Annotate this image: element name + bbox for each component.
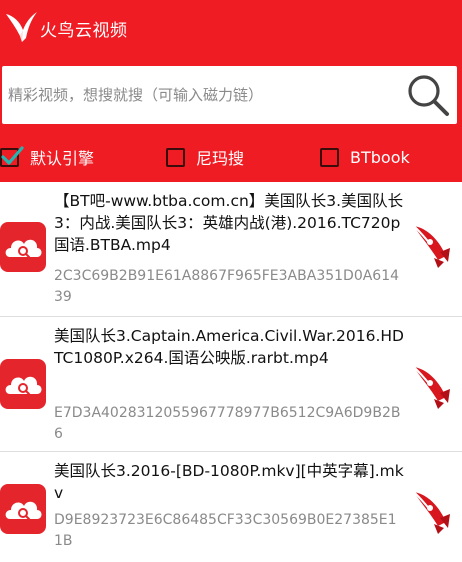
list-item[interactable]: 美国队长3.2016-[BD-1080P.mkv][中英字幕].mkv D9E8…: [0, 452, 462, 562]
search-panel: 默认引擎 尼玛搜 BTbook: [0, 56, 462, 182]
engine-label: 默认引擎: [30, 149, 95, 168]
checkmark-icon: [1, 145, 24, 165]
rocket-icon[interactable]: [408, 363, 452, 409]
engine-option-default[interactable]: 默认引擎: [0, 142, 94, 172]
search-input[interactable]: [2, 66, 403, 124]
result-hash: 2C3C69B2B91E61A8867F965FE3ABA351D0A61439: [54, 268, 400, 305]
result-title: 【BT吧-www.btba.com.cn】美国队长3.美国队长3：内战.美国队长…: [54, 192, 404, 254]
search-box: [2, 66, 457, 124]
checkbox-checked[interactable]: [0, 145, 24, 167]
search-icon: [408, 75, 449, 116]
search-button[interactable]: [399, 66, 457, 124]
engine-option-nimasou[interactable]: 尼玛搜: [166, 142, 244, 172]
cloud-search-icon: [0, 359, 46, 409]
result-hash: D9E8923723E6C86485CF33C30569B0E27385E11B: [54, 512, 397, 549]
engine-option-btbook[interactable]: BTbook: [320, 142, 410, 172]
result-list: 【BT吧-www.btba.com.cn】美国队长3.美国队长3：内战.美国队长…: [0, 182, 462, 562]
result-title: 美国队长3.Captain.America.Civil.War.2016.HDT…: [54, 327, 404, 367]
engine-label: BTbook: [350, 147, 410, 167]
rocket-icon[interactable]: [408, 222, 452, 268]
list-item[interactable]: 【BT吧-www.btba.com.cn】美国队长3.美国队长3：内战.美国队长…: [0, 182, 462, 317]
cloud-search-icon: [0, 222, 46, 272]
rocket-icon[interactable]: [408, 488, 452, 534]
checkbox-unchecked[interactable]: [320, 147, 339, 167]
app-bar: 火鸟云视频: [0, 0, 462, 56]
list-item[interactable]: 美国队长3.Captain.America.Civil.War.2016.HDT…: [0, 317, 462, 452]
app-title: 火鸟云视频: [40, 21, 128, 41]
result-hash: E7D3A4028312055967778977B6512C9A6D9B2B6: [54, 405, 401, 442]
checkbox-unchecked[interactable]: [166, 147, 185, 167]
cloud-search-icon: [0, 484, 46, 534]
engine-selector: 默认引擎 尼玛搜 BTbook: [0, 140, 462, 174]
bird-logo-icon: [6, 12, 37, 42]
result-title: 美国队长3.2016-[BD-1080P.mkv][中英字幕].mkv: [54, 462, 404, 502]
engine-label: 尼玛搜: [196, 149, 245, 168]
